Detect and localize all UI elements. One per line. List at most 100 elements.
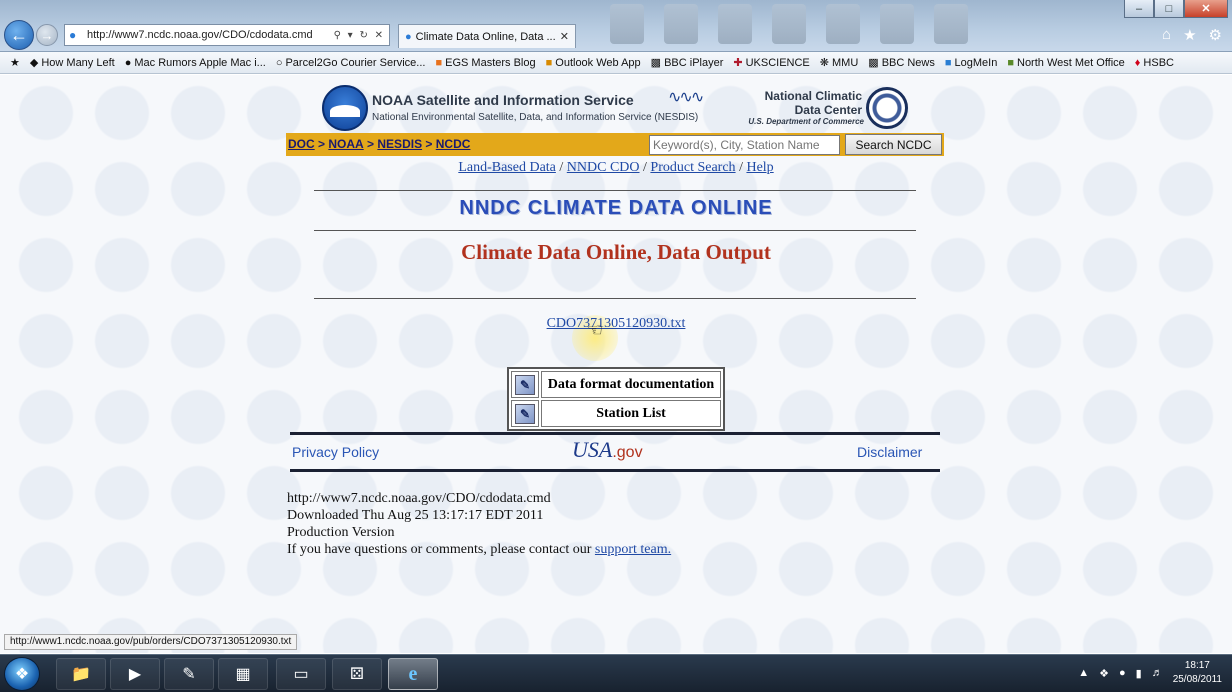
breadcrumb-noaa[interactable]: NOAA: [328, 137, 363, 151]
car-icon: ◆: [29, 57, 39, 69]
favorites-star[interactable]: ★: [10, 56, 20, 69]
network-icon[interactable]: ●: [1119, 667, 1126, 679]
hsbc-icon: ♦: [1134, 56, 1141, 69]
tab-climate-data[interactable]: ● Climate Data Online, Data ... ✕: [398, 24, 576, 48]
fav-item[interactable]: ● Mac Rumors Apple Mac i...: [125, 57, 266, 69]
nav-separator: /: [559, 160, 567, 175]
tab-title: Climate Data Online, Data ...: [415, 30, 556, 43]
doc-icon-cell[interactable]: ✎: [511, 371, 539, 398]
fav-item[interactable]: ◆ How Many Left: [29, 56, 115, 70]
nav-help[interactable]: Help: [746, 160, 773, 175]
show-hidden-icons[interactable]: ▲: [1078, 667, 1089, 679]
taskbar-app[interactable]: ✎: [164, 658, 214, 690]
fav-item[interactable]: ○ Parcel2Go Courier Service...: [276, 57, 426, 69]
fav-item[interactable]: ■ EGS Masters Blog: [435, 57, 535, 69]
search-ncdc-button[interactable]: Search NCDC: [845, 134, 942, 155]
ie-tab-icon: ●: [405, 30, 412, 43]
browser-titlebar: – □ ✕ ← → ● http://www7.ncdc.noaa.gov/CD…: [0, 0, 1232, 52]
support-team-link[interactable]: support team.: [595, 542, 671, 557]
bbc-icon: ▩: [650, 57, 662, 69]
dice-icon: ⚄: [350, 666, 364, 683]
search-input[interactable]: [649, 135, 840, 155]
close-window-button[interactable]: ✕: [1184, 0, 1228, 18]
fav-item[interactable]: ■ Outlook Web App: [546, 57, 641, 69]
uk-flag-icon: ✚: [733, 57, 743, 69]
footer-info: http://www7.ncdc.noaa.gov/CDO/cdodata.cm…: [287, 490, 671, 558]
breadcrumb-doc[interactable]: DOC: [288, 137, 315, 151]
fav-item[interactable]: ✚ UKSCIENCE: [733, 56, 809, 70]
desktop-shortcuts: [610, 4, 968, 44]
documentation-table: ✎ Data format documentation ✎ Station Li…: [507, 367, 725, 431]
nav-nndc-cdo[interactable]: NNDC CDO: [567, 160, 640, 175]
data-file-link[interactable]: CDO7371305120930.txt: [547, 316, 686, 331]
gear-icon[interactable]: ⚙: [1209, 26, 1222, 44]
file-link-container: CDO7371305120930.txt: [0, 316, 1232, 332]
address-tools-icons[interactable]: ⚲ ▾ ↻ ✕: [334, 30, 389, 41]
start-button[interactable]: ❖: [4, 657, 40, 691]
noaa-logo[interactable]: [322, 85, 368, 131]
commerce-seal-icon[interactable]: [866, 87, 908, 129]
breadcrumb-separator: >: [318, 137, 329, 151]
add-favorites-icon: ★: [10, 57, 20, 69]
home-icon[interactable]: ⌂: [1162, 26, 1171, 44]
taskbar-explorer[interactable]: 📁: [56, 658, 106, 690]
disclaimer-link[interactable]: Disclaimer: [857, 444, 922, 460]
maximize-button[interactable]: □: [1154, 0, 1184, 18]
fav-item[interactable]: ▩ BBC News: [868, 56, 935, 70]
dropbox-icon[interactable]: ❖: [1099, 667, 1109, 680]
battery-icon[interactable]: ▮: [1136, 667, 1142, 680]
privacy-policy-link[interactable]: Privacy Policy: [292, 444, 379, 460]
page-subheading: Climate Data Online, Data Output: [461, 240, 771, 264]
usa-gov-logo[interactable]: USA.gov: [572, 437, 643, 463]
nav-land-based-data[interactable]: Land-Based Data: [458, 160, 556, 175]
fav-item[interactable]: ▩ BBC iPlayer: [650, 56, 724, 70]
fav-item[interactable]: ♦ HSBC: [1135, 57, 1174, 69]
volume-icon[interactable]: ♬: [1152, 667, 1163, 679]
fav-item[interactable]: ■ North West Met Office: [1007, 57, 1124, 69]
header-subtitle: National Environmental Satellite, Data, …: [372, 112, 699, 123]
document-icon: ✎: [515, 374, 535, 395]
table-row: ✎ Data format documentation: [511, 371, 721, 398]
shortcut-icon: [880, 4, 914, 44]
taskbar-internet-explorer[interactable]: e: [388, 658, 438, 690]
minimize-button[interactable]: –: [1124, 0, 1154, 18]
shortcut-icon: [772, 4, 806, 44]
data-format-doc-link[interactable]: Data format documentation: [541, 371, 721, 398]
taskbar-calculator[interactable]: ▦: [218, 658, 268, 690]
close-tab-icon[interactable]: ✕: [560, 30, 569, 43]
app-icon: ✎: [182, 666, 196, 683]
favorites-star-icon[interactable]: ★: [1183, 26, 1196, 44]
doc-icon-cell[interactable]: ✎: [511, 400, 539, 427]
forward-button[interactable]: →: [36, 24, 58, 46]
page-heading: NNDC CLIMATE DATA ONLINE: [459, 197, 773, 219]
fav-item[interactable]: ❋ MMU: [820, 56, 859, 70]
nav-product-search[interactable]: Product Search: [650, 160, 735, 175]
breadcrumb-nesdis[interactable]: NESDIS: [377, 137, 422, 151]
divider: [314, 230, 916, 231]
media-player-icon: ▶: [128, 666, 142, 683]
station-list-link[interactable]: Station List: [541, 400, 721, 427]
footer-downloaded: Downloaded Thu Aug 25 13:17:17 EDT 2011: [287, 508, 544, 523]
fav-item[interactable]: ■ LogMeIn: [945, 57, 997, 69]
breadcrumb-ncdc[interactable]: NCDC: [436, 137, 471, 151]
forward-arrow-icon: →: [40, 27, 54, 43]
nesdis-wave-icon: ∿∿∿: [668, 89, 704, 106]
address-bar[interactable]: ● http://www7.ncdc.noaa.gov/CDO/cdodata.…: [64, 24, 390, 46]
taskbar-app[interactable]: ▭: [276, 658, 326, 690]
clock[interactable]: 18:17 25/08/2011: [1173, 659, 1222, 687]
calculator-icon: ▦: [235, 666, 251, 683]
back-button[interactable]: ←: [4, 20, 34, 50]
hand-cursor-icon: ☜: [587, 320, 604, 340]
new-tab-button[interactable]: [578, 24, 602, 48]
shortcut-icon: [826, 4, 860, 44]
window-controls: – □ ✕: [1124, 0, 1228, 18]
address-url[interactable]: http://www7.ncdc.noaa.gov/CDO/cdodata.cm…: [87, 29, 330, 41]
taskbar-media-player[interactable]: ▶: [110, 658, 160, 690]
favorites-bar: ★ ◆ How Many Left ● Mac Rumors Apple Mac i…: [0, 52, 1232, 74]
folder-icon: 📁: [71, 666, 91, 683]
taskbar-app[interactable]: ⚄: [332, 658, 382, 690]
ncdc-name[interactable]: National Climatic Data Center: [740, 89, 862, 117]
footer-url: http://www7.ncdc.noaa.gov/CDO/cdodata.cm…: [287, 491, 551, 506]
status-url-tooltip: http://www1.ncdc.noaa.gov/pub/orders/CDO…: [4, 634, 298, 650]
apple-icon: ●: [124, 56, 132, 69]
